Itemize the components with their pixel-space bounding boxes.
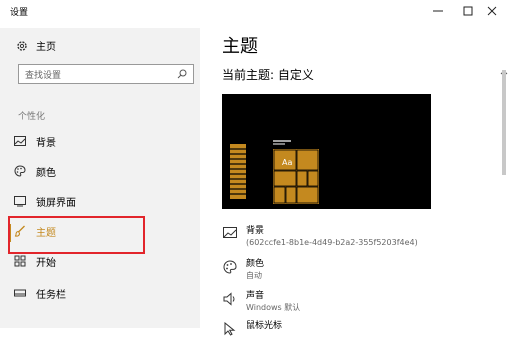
speaker-icon [222,292,238,308]
sidebar-item-taskbar[interactable]: 任务栏 [14,282,194,304]
section-label-personalization: 个性化 [18,112,46,122]
sidebar-item-background[interactable]: 背景 [14,130,194,152]
property-cursor[interactable]: 鼠标光标 [222,320,282,338]
property-name: 声音 [246,291,265,301]
lock-screen-icon [14,195,26,207]
sidebar-item-label: 背景 [36,137,56,149]
sidebar-item-label: 开始 [36,257,56,269]
cursor-icon [222,322,238,338]
palette-icon [222,260,238,276]
current-theme-label: 当前主题: 自定义 [222,68,314,82]
start-icon [14,255,26,267]
theme-preview[interactable]: Aa [222,94,431,209]
property-name: 颜色 [246,259,265,269]
property-value: Windows 默认 [246,303,301,312]
property-name: 鼠标光标 [246,321,283,331]
scroll-up-button[interactable] [500,61,508,75]
image-icon [14,135,26,147]
palette-icon [14,165,26,177]
sidebar-item-colors[interactable]: 颜色 [14,160,194,182]
property-color[interactable]: 颜色 自动 [222,258,264,282]
sidebar-item-start[interactable]: 开始 [14,250,194,272]
close-icon [487,6,497,16]
property-value: (602ccfe1-8b1e-4d49-b2a2-355f5203f4e4) [246,238,418,247]
property-value: 自动 [246,271,262,280]
sidebar-item-label: 颜色 [36,167,56,179]
home-link[interactable]: 主页 [16,38,56,53]
property-sound[interactable]: 声音 Windows 默认 [222,290,300,314]
page-title: 主题 [222,36,258,57]
highlight-annotation-box [8,216,145,254]
sidebar-item-label: 任务栏 [36,289,66,301]
home-label: 主页 [36,42,56,53]
sidebar-item-lock-screen[interactable]: 锁屏界面 [14,190,194,212]
preview-tile-text: Aa [282,158,293,167]
image-icon [222,227,238,243]
theme-preview-image [222,94,431,209]
gear-icon [17,40,27,51]
sidebar-item-label: 锁屏界面 [36,197,76,209]
search-input[interactable]: 查找设置 [18,64,194,84]
scrollbar-thumb[interactable] [502,70,506,175]
taskbar-icon [14,287,26,299]
close-button[interactable] [472,0,510,22]
search-icon [177,69,187,79]
property-background[interactable]: 背景 (602ccfe1-8b1e-4d49-b2a2-355f5203f4e4… [222,225,418,249]
window-title: 设置 [10,8,29,18]
minimize-icon [433,10,443,12]
search-placeholder: 查找设置 [25,70,62,81]
property-name: 背景 [246,226,265,236]
